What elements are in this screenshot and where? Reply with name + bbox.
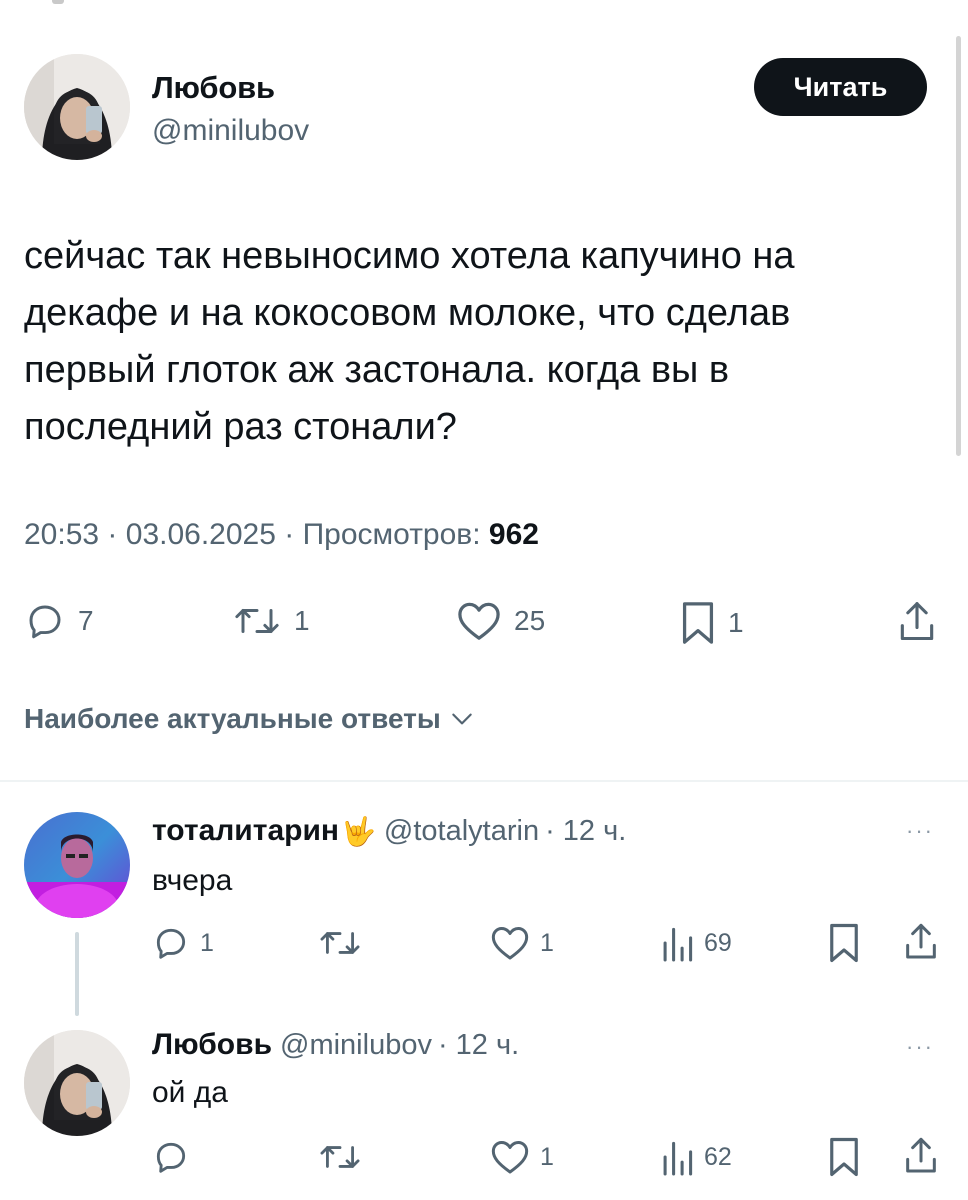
tweet-date[interactable]: 03.06.2025 — [126, 518, 276, 551]
retweet-icon — [320, 932, 360, 954]
views-action[interactable]: 69 — [660, 924, 732, 962]
share-icon — [906, 1137, 936, 1173]
thread-line — [75, 932, 79, 1016]
bookmark-action[interactable] — [828, 1136, 860, 1178]
bookmark-action[interactable]: 1 — [680, 600, 744, 646]
bookmark-icon — [830, 923, 858, 963]
views-action[interactable]: 62 — [660, 1138, 732, 1176]
bookmark-count: 1 — [728, 607, 744, 638]
divider — [0, 780, 968, 782]
reply-icon — [156, 928, 186, 959]
like-action[interactable]: 1 — [490, 924, 554, 962]
bookmark-action[interactable] — [828, 922, 860, 964]
tweet-text: сейчас так невыносимо хотела капучино на… — [24, 235, 795, 448]
reply-text: вчера — [152, 864, 233, 897]
tweet-time[interactable]: 20:53 — [24, 518, 99, 551]
reply-action[interactable] — [152, 1138, 200, 1176]
reply-action[interactable]: 1 — [152, 924, 214, 962]
bookmark-icon — [830, 1137, 858, 1177]
reply-icon — [156, 1142, 186, 1173]
views-icon — [663, 1141, 693, 1176]
reply-author-name[interactable]: Любовь — [152, 1028, 272, 1062]
reply-count: 1 — [200, 928, 214, 957]
bookmark-icon — [682, 602, 714, 644]
like-action[interactable]: 25 — [456, 600, 545, 642]
tweet-meta: 20:53 · 03.06.2025 · Просмотров: 962 — [24, 518, 539, 552]
like-icon — [491, 1141, 529, 1174]
share-icon — [900, 602, 934, 641]
views-label: Просмотров: — [302, 518, 481, 551]
reply-author-handle[interactable]: @totalytarin — [384, 815, 539, 848]
like-count: 1 — [540, 928, 554, 957]
author-avatar[interactable] — [24, 54, 130, 160]
reply-text: ой да — [152, 1076, 228, 1109]
share-icon — [906, 923, 936, 959]
meta-separator: · — [107, 518, 118, 551]
views-count: 962 — [488, 518, 539, 551]
views-count: 62 — [704, 1142, 732, 1171]
scrollbar[interactable] — [956, 36, 961, 456]
replies-sort-dropdown[interactable]: Наиболее актуальные ответы — [24, 703, 475, 735]
reply-time[interactable]: · 12 ч. — [438, 1029, 519, 1062]
reply-avatar[interactable] — [24, 1030, 130, 1136]
like-icon — [458, 602, 500, 640]
retweet-action[interactable] — [318, 1138, 372, 1176]
retweet-icon — [320, 1146, 360, 1168]
retweet-icon — [235, 609, 279, 633]
hand-emoji: 🤟 — [341, 815, 376, 847]
replies-sort-label: Наиболее актуальные ответы — [24, 703, 441, 734]
retweet-action[interactable] — [318, 924, 372, 962]
like-count: 25 — [514, 605, 546, 636]
like-icon — [491, 927, 529, 960]
reply-author-name[interactable]: тоталитарин — [152, 814, 339, 848]
reply-author-handle[interactable]: @minilubov — [280, 1029, 432, 1062]
like-count: 1 — [540, 1142, 554, 1171]
like-action[interactable]: 1 — [490, 1138, 554, 1176]
chevron-down-icon — [452, 713, 472, 725]
top-edge-mark — [52, 0, 64, 4]
author-handle[interactable]: @minilubov — [152, 114, 309, 148]
reply-count: 7 — [78, 605, 94, 636]
follow-button[interactable]: Читать — [754, 58, 927, 116]
reply-header: Любовь @minilubov · 12 ч. — [152, 1028, 519, 1062]
reply-header: тоталитарин 🤟 @totalytarin · 12 ч. — [152, 814, 626, 848]
author-name[interactable]: Любовь — [152, 70, 275, 106]
retweet-count: 1 — [294, 605, 310, 636]
reply-time[interactable]: · 12 ч. — [545, 815, 626, 848]
more-icon[interactable]: ··· — [906, 818, 934, 844]
share-action[interactable] — [904, 1136, 938, 1176]
reply-avatar[interactable] — [24, 812, 130, 918]
reply-action[interactable]: 7 — [24, 600, 94, 642]
meta-separator: · — [284, 518, 295, 551]
reply-icon — [29, 605, 61, 639]
views-icon — [663, 927, 693, 962]
more-icon[interactable]: ··· — [906, 1034, 934, 1060]
views-count: 69 — [704, 928, 732, 957]
retweet-action[interactable]: 1 — [232, 600, 310, 642]
share-action[interactable] — [898, 600, 936, 644]
share-action[interactable] — [904, 922, 938, 962]
